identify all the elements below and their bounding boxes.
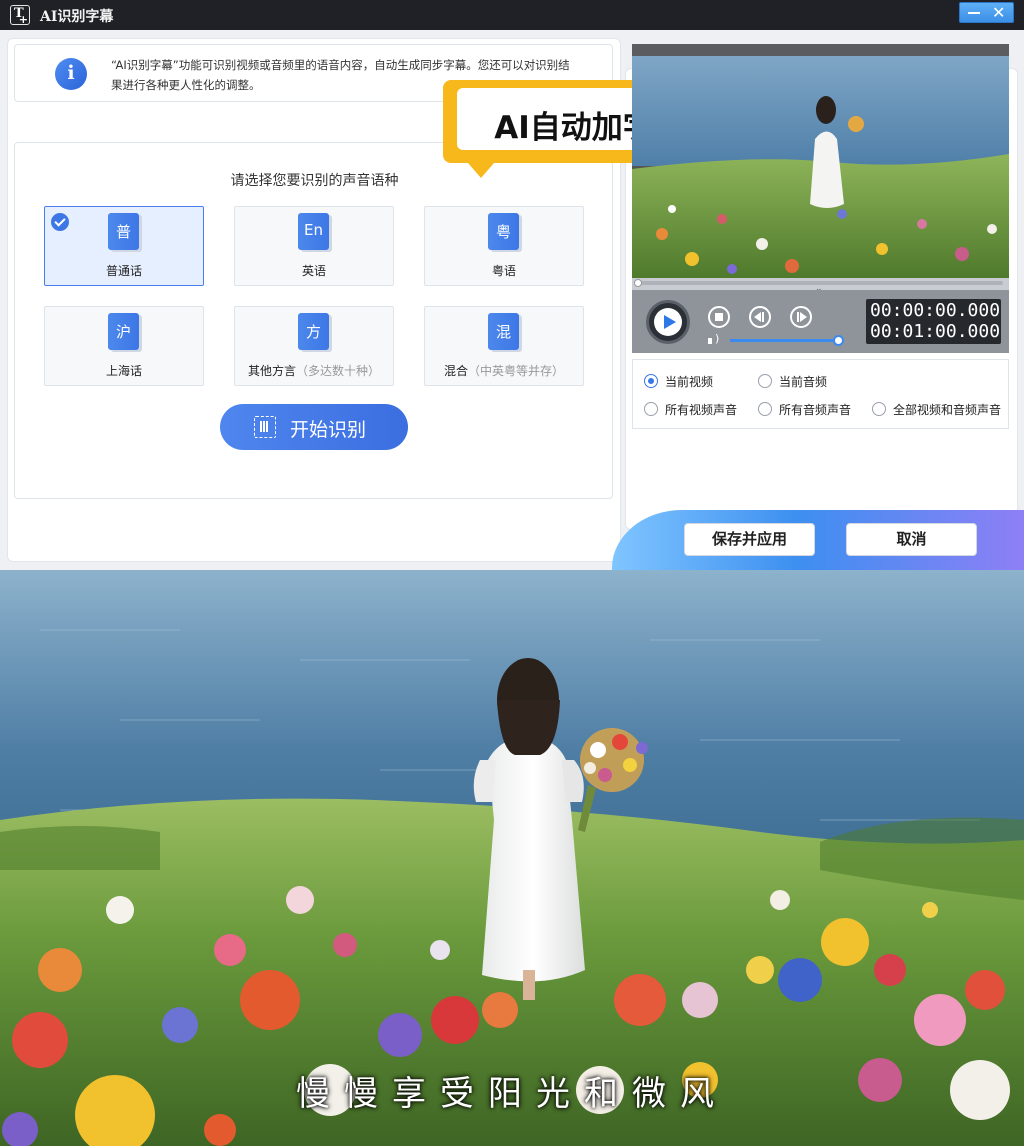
cancel-button[interactable]: 取消 bbox=[846, 523, 977, 556]
volume-slider[interactable] bbox=[730, 339, 840, 342]
volume-icon[interactable] bbox=[708, 332, 722, 347]
book-icon: 方 bbox=[298, 313, 329, 350]
start-recognition-button[interactable]: 开始识别 bbox=[220, 404, 408, 450]
volume-fill bbox=[730, 339, 835, 342]
minimize-icon[interactable] bbox=[968, 12, 980, 14]
close-icon[interactable]: ✕ bbox=[992, 3, 1005, 22]
video-preview[interactable] bbox=[632, 44, 1009, 278]
app-logo-icon bbox=[10, 5, 30, 26]
lang-card-english[interactable]: En 英语 bbox=[234, 206, 394, 286]
checkmark-icon bbox=[51, 213, 69, 231]
lang-label: 上海话 bbox=[105, 364, 142, 378]
lang-label: 英语 bbox=[301, 264, 326, 278]
book-icon: En bbox=[298, 213, 329, 250]
book-icon: 普 bbox=[108, 213, 139, 250]
book-icon: 沪 bbox=[108, 313, 139, 350]
start-label: 开始识别 bbox=[290, 419, 367, 441]
lang-label: 其他方言（多达数十种） bbox=[247, 364, 381, 378]
total-time: 00:01:00.000 bbox=[870, 321, 1001, 342]
lang-label: 普通话 bbox=[105, 264, 142, 278]
info-icon: i bbox=[55, 58, 87, 90]
scope-options: 当前视频 当前音频 所有视频声音 所有音频声音 全部视频和音频声音 bbox=[632, 359, 1009, 429]
save-apply-button[interactable]: 保存并应用 bbox=[684, 523, 815, 556]
language-prompt: 请选择您要识别的声音语种 bbox=[230, 173, 399, 189]
lang-card-shanghainese[interactable]: 沪 上海话 bbox=[44, 306, 204, 386]
play-button[interactable] bbox=[646, 300, 690, 344]
play-icon bbox=[654, 308, 682, 336]
lang-card-other-dialects[interactable]: 方 其他方言（多达数十种） bbox=[234, 306, 394, 386]
lang-card-mandarin[interactable]: 普 普通话 bbox=[44, 206, 204, 286]
promo-banner-tail bbox=[468, 163, 494, 178]
lang-card-cantonese[interactable]: 粤 粤语 bbox=[424, 206, 584, 286]
window-controls: ✕ bbox=[959, 2, 1014, 23]
book-icon: 混 bbox=[488, 313, 519, 350]
seek-knob[interactable] bbox=[634, 279, 642, 287]
volume-knob[interactable] bbox=[833, 335, 844, 346]
previous-frame-button[interactable] bbox=[749, 306, 771, 328]
title-bar: AI识别字幕 ✕ bbox=[0, 0, 1024, 30]
window-title: AI识别字幕 bbox=[40, 9, 114, 25]
next-frame-button[interactable] bbox=[790, 306, 812, 328]
lang-label: 混合（中英粤等并存） bbox=[443, 364, 565, 378]
audio-wave-icon bbox=[254, 416, 276, 438]
book-icon: 粤 bbox=[488, 213, 519, 250]
lang-card-mixed[interactable]: 混 混合（中英粤等并存） bbox=[424, 306, 584, 386]
current-time: 00:00:00.000 bbox=[870, 300, 1001, 321]
subtitle-text: 慢慢享受阳光和微风 bbox=[296, 1074, 728, 1114]
player-controls: 00:00:00.000 00:01:00.000 bbox=[632, 290, 1009, 353]
stop-button[interactable] bbox=[708, 306, 730, 328]
lang-label: 粤语 bbox=[491, 264, 516, 278]
result-photo bbox=[0, 570, 1024, 1146]
time-display: 00:00:00.000 00:01:00.000 bbox=[866, 299, 1001, 344]
